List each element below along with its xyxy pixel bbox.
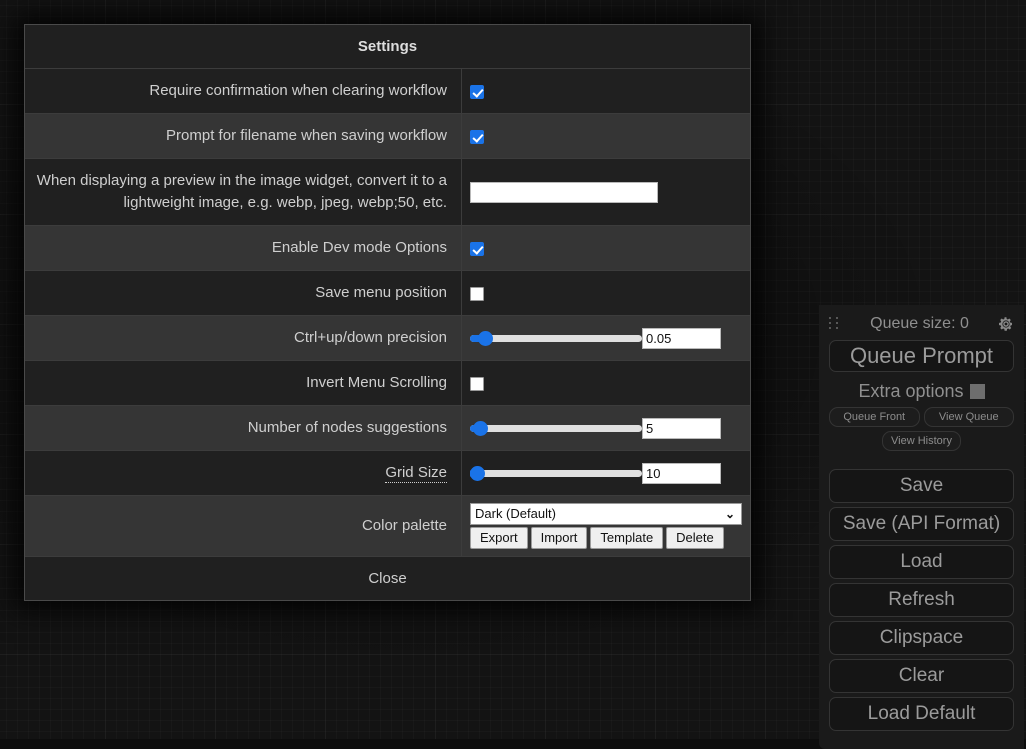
chevron-down-icon: ⌄ [725, 504, 735, 524]
settings-dialog: Settings Require confirmation when clear… [24, 24, 751, 601]
import-palette-button[interactable]: Import [531, 527, 588, 549]
comfy-menu-panel: Queue size: 0 Queue Prompt Extra options… [819, 305, 1024, 749]
menu-spacer [829, 455, 1014, 469]
setting-label-save-menu-position: Save menu position [25, 271, 462, 316]
slider-row-ctrl-updown-precision: 0.05 [470, 328, 742, 349]
slider-row-grid-size: 10 [470, 463, 742, 484]
slider-grid-size[interactable] [470, 464, 642, 482]
view-history-button[interactable]: View History [882, 431, 961, 451]
setting-label-invert-menu-scrolling: Invert Menu Scrolling [25, 361, 462, 406]
color-palette-button-row: ExportImportTemplateDelete [470, 527, 742, 549]
settings-row-prompt-filename-saving-workflow: Prompt for filename when saving workflow [25, 114, 750, 159]
checkbox-prompt-filename-saving-workflow[interactable] [470, 130, 484, 144]
settings-row-save-menu-position: Save menu position [25, 271, 750, 316]
setting-control-ctrl-updown-precision: 0.05 [462, 316, 751, 361]
gear-icon[interactable] [998, 316, 1014, 332]
setting-label-number-of-nodes-suggestions: Number of nodes suggestions [25, 406, 462, 451]
setting-control-grid-size: 10 [462, 451, 751, 496]
setting-label-color-palette: Color palette [25, 496, 462, 557]
queue-size-label: Queue size: 0 [841, 313, 998, 335]
slider-row-number-of-nodes-suggestions: 5 [470, 418, 742, 439]
setting-control-invert-menu-scrolling [462, 361, 751, 406]
checkbox-save-menu-position[interactable] [470, 287, 484, 301]
slider-thumb[interactable] [478, 331, 493, 346]
menu-main-buttons: Save Save (API Format) Load Refresh Clipspac… [829, 469, 1014, 731]
checkbox-enable-dev-mode-options[interactable] [470, 242, 484, 256]
settings-row-number-of-nodes-suggestions: Number of nodes suggestions 5 [25, 406, 750, 451]
extra-options-label: Extra options [858, 381, 963, 401]
view-queue-button[interactable]: View Queue [924, 407, 1015, 427]
setting-label-ctrl-updown-precision: Ctrl+up/down precision [25, 316, 462, 361]
setting-label-grid-size: Grid Size [25, 451, 462, 496]
save-api-format-button[interactable]: Save (API Format) [829, 507, 1014, 541]
settings-row-grid-size: Grid Size 10 [25, 451, 750, 496]
setting-control-require-confirmation-clearing-workflow [462, 69, 751, 114]
slider-track [470, 335, 642, 342]
setting-control-color-palette: Dark (Default) ⌄ ExportImportTemplateDelet… [462, 496, 751, 557]
setting-label-prompt-filename-saving-workflow: Prompt for filename when saving workflow [25, 114, 462, 159]
export-palette-button[interactable]: Export [470, 527, 528, 549]
setting-label-require-confirmation-clearing-workflow: Require confirmation when clearing workf… [25, 69, 462, 114]
slider-number-of-nodes-suggestions[interactable] [470, 419, 642, 437]
checkbox-invert-menu-scrolling[interactable] [470, 377, 484, 391]
setting-control-preview-lightweight-format [462, 159, 751, 226]
drag-handle-icon[interactable] [829, 317, 841, 331]
menu-header: Queue size: 0 [829, 313, 1014, 335]
template-palette-button[interactable]: Template [590, 527, 663, 549]
clipspace-button[interactable]: Clipspace [829, 621, 1014, 655]
setting-label-preview-lightweight-format: When displaying a preview in the image w… [25, 159, 462, 226]
number-input-ctrl-updown-precision[interactable]: 0.05 [642, 328, 721, 349]
number-input-grid-size[interactable]: 10 [642, 463, 721, 484]
settings-table: Require confirmation when clearing workf… [25, 69, 750, 557]
slider-thumb[interactable] [470, 466, 485, 481]
settings-row-require-confirmation-clearing-workflow: Require confirmation when clearing workf… [25, 69, 750, 114]
clear-button[interactable]: Clear [829, 659, 1014, 693]
load-default-button[interactable]: Load Default [829, 697, 1014, 731]
settings-row-invert-menu-scrolling: Invert Menu Scrolling [25, 361, 750, 406]
setting-control-prompt-filename-saving-workflow [462, 114, 751, 159]
settings-row-ctrl-updown-precision: Ctrl+up/down precision 0.05 [25, 316, 750, 361]
queue-front-button[interactable]: Queue Front [829, 407, 920, 427]
setting-control-enable-dev-mode-options [462, 226, 751, 271]
delete-palette-button[interactable]: Delete [666, 527, 724, 549]
slider-track [470, 425, 642, 432]
queue-nav-row-2: View History [829, 431, 1014, 451]
setting-control-save-menu-position [462, 271, 751, 316]
slider-thumb[interactable] [473, 421, 488, 436]
close-button[interactable]: Close [25, 557, 750, 600]
color-palette-selected-value: Dark (Default) [475, 506, 556, 521]
settings-row-color-palette: Color palette Dark (Default) ⌄ ExportImport… [25, 496, 750, 557]
color-palette-select[interactable]: Dark (Default) ⌄ [470, 503, 742, 525]
settings-row-enable-dev-mode-options: Enable Dev mode Options [25, 226, 750, 271]
queue-prompt-button[interactable]: Queue Prompt [829, 340, 1014, 372]
load-button[interactable]: Load [829, 545, 1014, 579]
settings-row-preview-lightweight-format: When displaying a preview in the image w… [25, 159, 750, 226]
slider-track [470, 470, 642, 477]
setting-label-text: Grid Size [385, 464, 447, 483]
setting-label-enable-dev-mode-options: Enable Dev mode Options [25, 226, 462, 271]
extra-options-row: Extra options [829, 380, 1014, 402]
queue-nav-row-1: Queue Front View Queue [829, 407, 1014, 427]
settings-dialog-title: Settings [25, 25, 750, 69]
refresh-button[interactable]: Refresh [829, 583, 1014, 617]
extra-options-checkbox[interactable] [970, 384, 985, 399]
number-input-number-of-nodes-suggestions[interactable]: 5 [642, 418, 721, 439]
text-input-preview-lightweight-format[interactable] [470, 182, 658, 203]
checkbox-require-confirmation-clearing-workflow[interactable] [470, 85, 484, 99]
save-button[interactable]: Save [829, 469, 1014, 503]
slider-ctrl-updown-precision[interactable] [470, 329, 642, 347]
setting-control-number-of-nodes-suggestions: 5 [462, 406, 751, 451]
